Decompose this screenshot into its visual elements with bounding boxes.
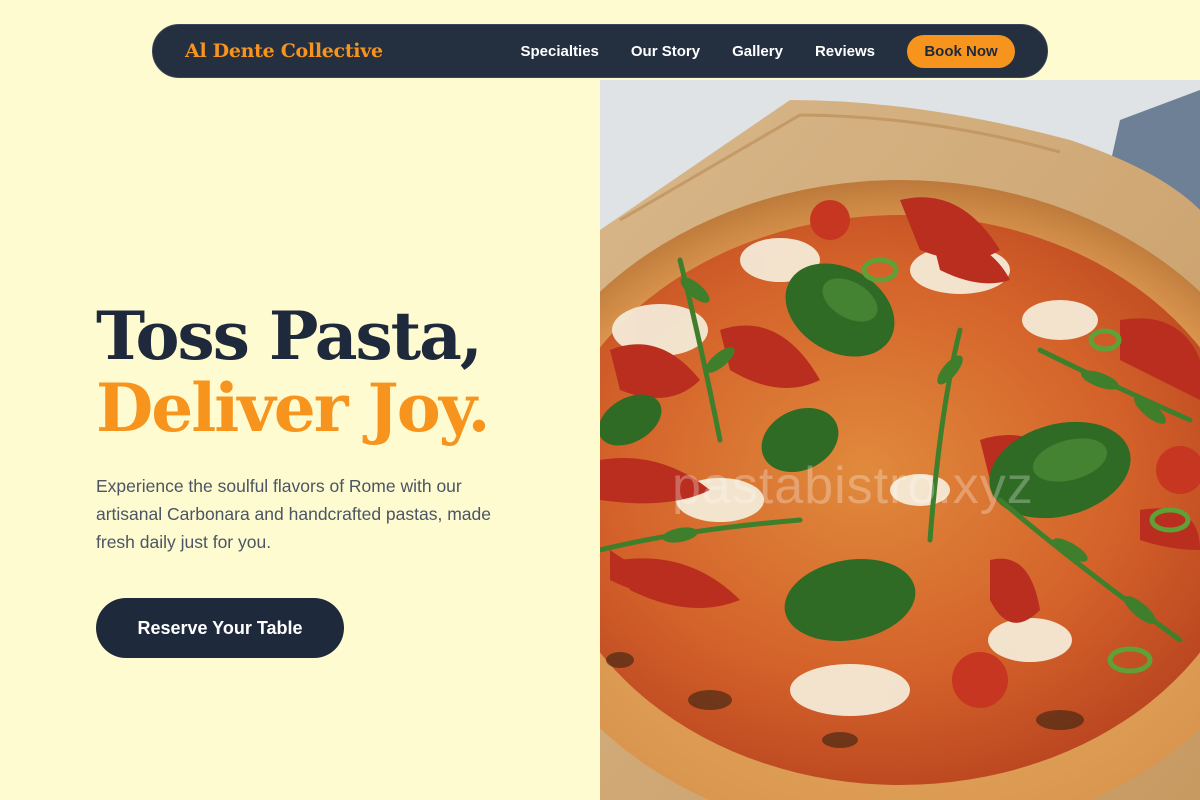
nav-link-specialties[interactable]: Specialties — [521, 43, 599, 60]
book-now-button[interactable]: Book Now — [907, 34, 1015, 68]
pizza-photo — [600, 80, 1200, 800]
image-watermark: pastabistro.xyz — [672, 457, 1034, 515]
hero-title-line-1: Toss Pasta, — [96, 297, 483, 375]
nav-link-gallery[interactable]: Gallery — [732, 43, 783, 60]
hero-title-line-2: Deliver Joy. — [96, 369, 490, 447]
reserve-table-button[interactable]: Reserve Your Table — [96, 598, 344, 658]
top-navbar: Al Dente Collective Specialties Our Stor… — [152, 24, 1048, 78]
pizza-illustration — [600, 80, 1200, 800]
nav-link-reviews[interactable]: Reviews — [815, 43, 875, 60]
brand-logo[interactable]: Al Dente Collective — [185, 40, 383, 62]
nav-links: Specialties Our Story Gallery Reviews Bo… — [521, 34, 1015, 68]
hero-description: Experience the soulful flavors of Rome w… — [96, 476, 491, 552]
hero-title: Toss Pasta, Deliver Joy. — [96, 300, 556, 444]
hero-content: Toss Pasta, Deliver Joy. Experience the … — [96, 300, 556, 658]
nav-link-our-story[interactable]: Our Story — [631, 43, 700, 60]
